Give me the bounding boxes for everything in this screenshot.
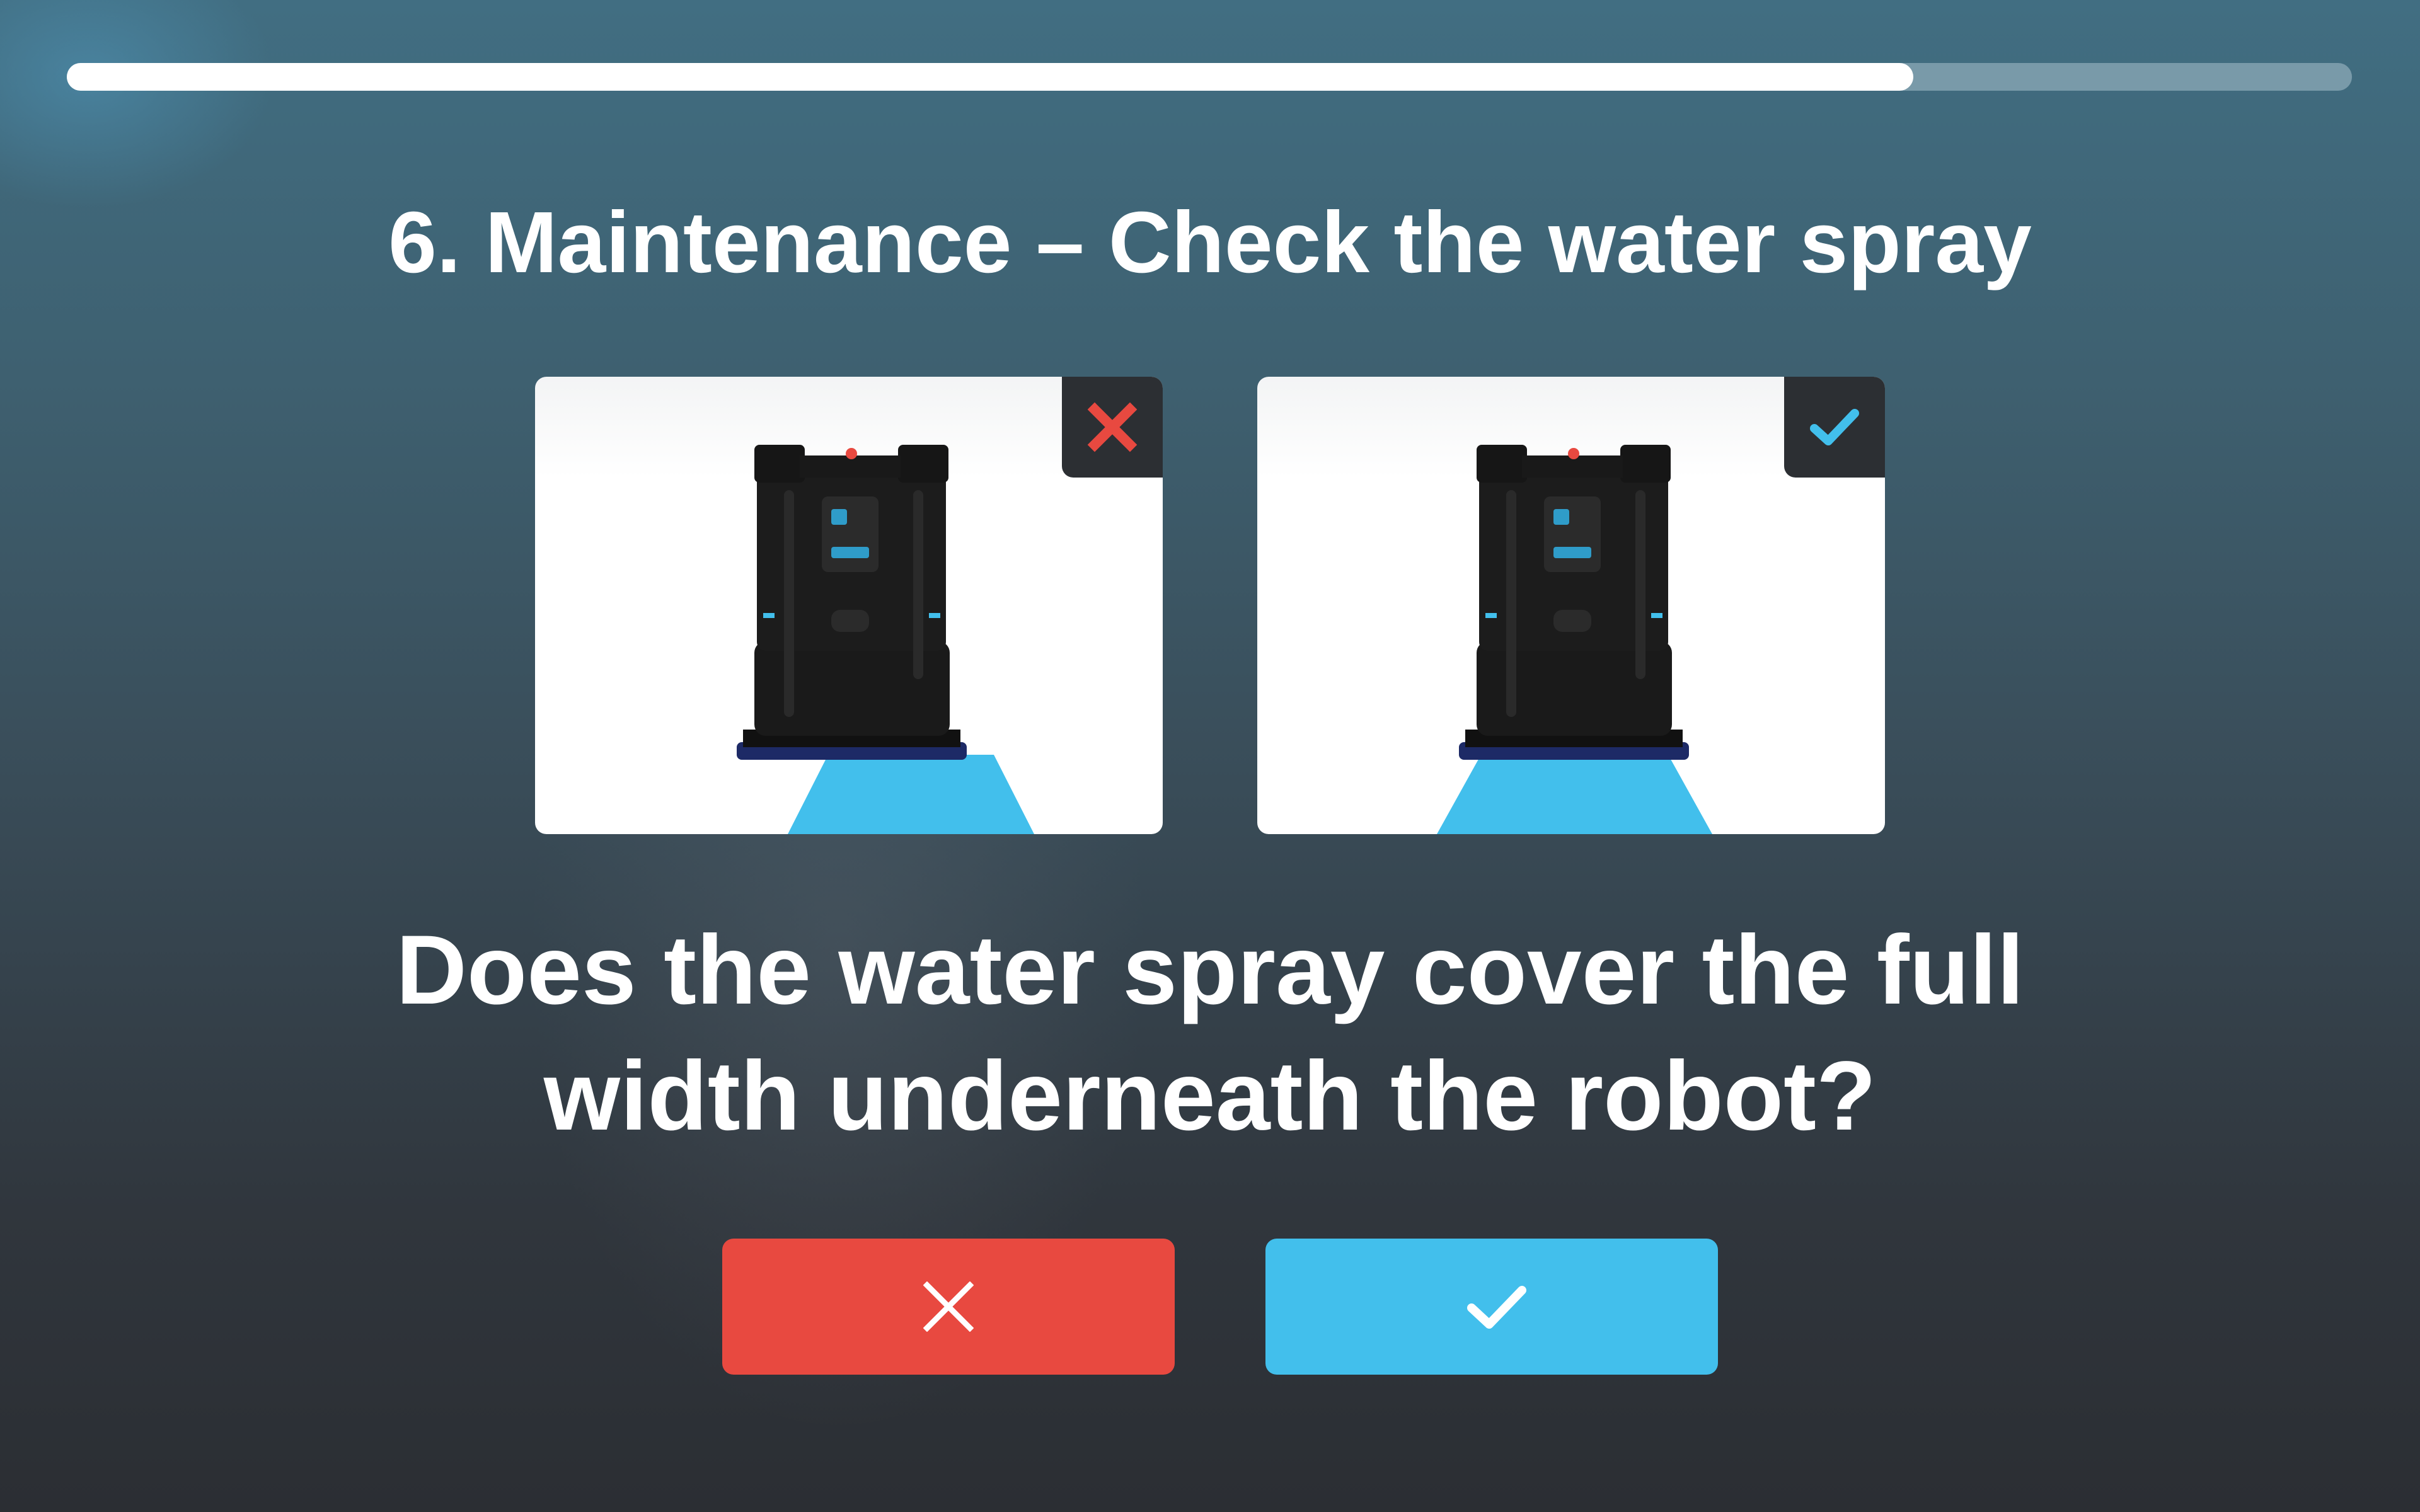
progress-fill [67, 63, 1913, 91]
correct-badge [1784, 377, 1885, 478]
question-line-2: width underneath the robot? [543, 1041, 1877, 1151]
x-icon [923, 1281, 974, 1332]
water-spray [1437, 755, 1712, 834]
robot-illustration [1459, 445, 1689, 760]
question-line-1: Does the water spray cover the full [396, 915, 2024, 1025]
progress-bar [67, 63, 2352, 91]
check-icon [1810, 409, 1859, 445]
robot-illustration [737, 445, 967, 760]
example-image-incorrect [535, 377, 1163, 834]
incorrect-badge [1062, 377, 1163, 478]
no-button[interactable] [722, 1239, 1175, 1375]
check-icon [1467, 1286, 1526, 1329]
example-image-correct [1257, 377, 1885, 834]
x-icon [1087, 402, 1138, 452]
question-text: Does the water spray cover the full widt… [0, 907, 2420, 1159]
page-title: 6. Maintenance – Check the water spray [388, 194, 2032, 291]
yes-button[interactable] [1265, 1239, 1718, 1375]
water-spray [788, 755, 1034, 834]
